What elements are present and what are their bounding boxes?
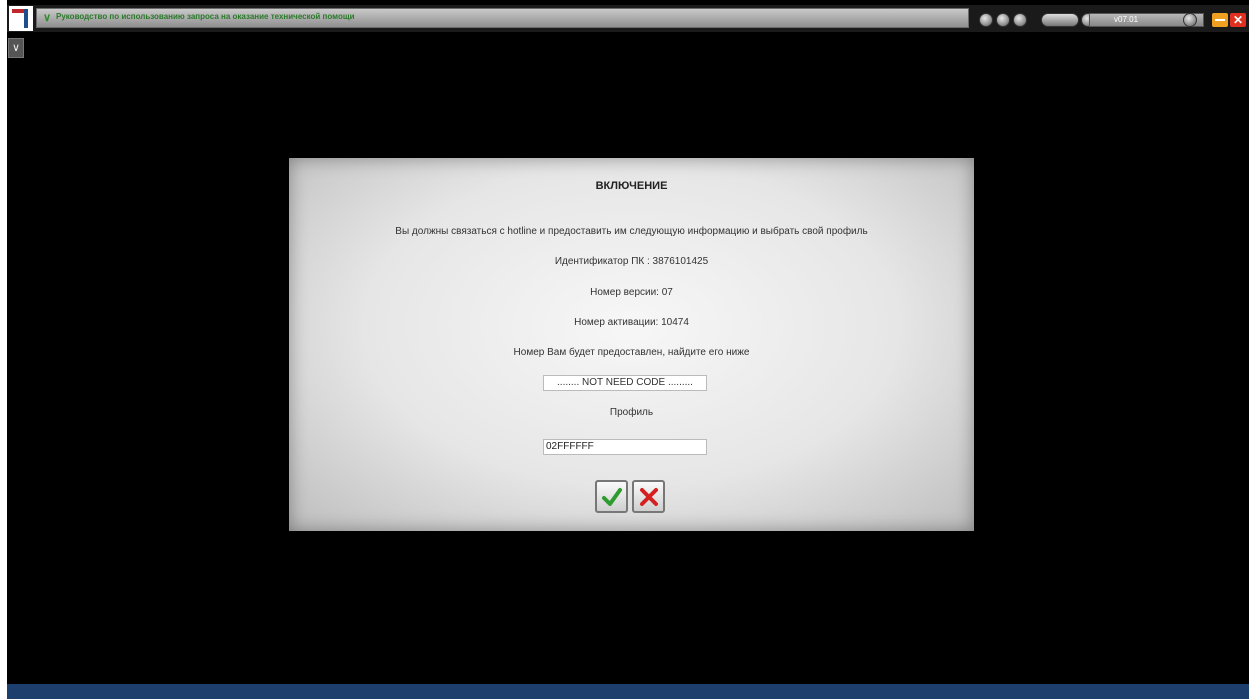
chevron-down-icon[interactable]: ∨ <box>43 11 51 24</box>
minimize-icon[interactable] <box>1212 13 1228 27</box>
toggle-control[interactable] <box>1041 13 1079 27</box>
code-field[interactable]: ........ NOT NEED CODE ......... <box>543 375 707 391</box>
number-note: Номер Вам будет предоставлен, найдите ег… <box>513 347 750 358</box>
app-title: Руководство по использованию запроса на … <box>56 12 355 21</box>
checkmark-icon <box>602 488 622 506</box>
dialog-title: ВКЛЮЧЕНИЕ <box>595 180 668 192</box>
confirm-button[interactable] <box>595 480 628 513</box>
pc-id: Идентификатор ПК : 3876101425 <box>554 256 709 267</box>
circle-control-icon[interactable] <box>979 13 993 27</box>
title-bar[interactable]: ∨ Руководство по использованию запроса н… <box>36 8 969 28</box>
dialog-instruction: Вы должны связаться с hotline и предоста… <box>395 226 868 237</box>
activation-dialog: ВКЛЮЧЕНИЕ Вы должны связаться с hotline … <box>289 158 974 531</box>
version-number: Номер версии: 07 <box>590 287 673 298</box>
top-bar: ∨ Руководство по использованию запроса н… <box>7 5 1249 32</box>
circle-control-icon[interactable] <box>996 13 1010 27</box>
side-menu-chevron-icon[interactable]: ∨ <box>8 38 24 58</box>
cancel-button[interactable] <box>632 480 665 513</box>
app-screen: ∨ Руководство по использованию запроса н… <box>7 0 1249 699</box>
cross-icon <box>640 488 658 506</box>
circle-control-icon[interactable] <box>1183 13 1197 27</box>
close-icon[interactable]: ✕ <box>1230 13 1246 27</box>
profile-field[interactable]: 02FFFFFF <box>543 439 707 455</box>
logo-icon <box>9 6 33 31</box>
activation-number: Номер активации: 10474 <box>574 317 689 328</box>
bottom-bar <box>7 684 1249 699</box>
profile-label: Профиль <box>609 407 654 418</box>
circle-control-icon[interactable] <box>1013 13 1027 27</box>
